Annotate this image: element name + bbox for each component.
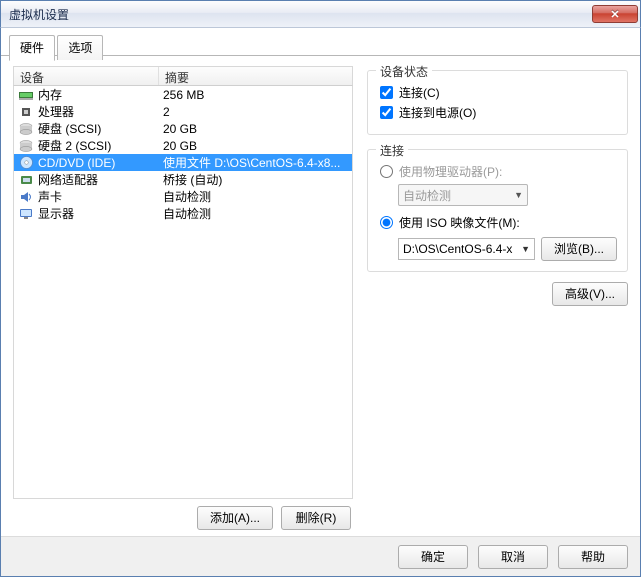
device-name: 硬盘 (SCSI) (38, 120, 159, 137)
disk-icon (18, 139, 34, 153)
list-header: 设备 摘要 (13, 66, 353, 86)
device-name: 硬盘 2 (SCSI) (38, 137, 159, 154)
device-summary: 使用文件 D:\OS\CentOS-6.4-x8... (159, 154, 348, 171)
device-name: 声卡 (38, 188, 159, 205)
device-name: 显示器 (38, 205, 159, 222)
checkbox-connect-at-power-input[interactable] (380, 106, 393, 119)
radio-use-physical-input[interactable] (380, 165, 393, 178)
radio-use-physical[interactable]: 使用物理驱动器(P): (380, 163, 617, 180)
ok-button[interactable]: 确定 (398, 545, 468, 569)
device-summary: 256 MB (159, 88, 348, 102)
device-summary: 桥接 (自动) (159, 171, 348, 188)
device-name: 内存 (38, 86, 159, 103)
device-row[interactable]: CD/DVD (IDE)使用文件 D:\OS\CentOS-6.4-x8... (14, 154, 352, 171)
chevron-down-icon[interactable]: ▼ (521, 244, 530, 254)
net-icon (18, 173, 34, 187)
device-name: 处理器 (38, 103, 159, 120)
settings-panel: 设备状态 连接(C) 连接到电源(O) 连接 使用物理驱动器(P): (367, 66, 628, 530)
titlebar: 虚拟机设置 ✕ (0, 0, 641, 28)
display-icon (18, 207, 34, 221)
iso-row: D:\OS\CentOS-6.4-x ▼ 浏览(B)... (398, 237, 617, 261)
column-device[interactable]: 设备 (14, 67, 159, 85)
column-summary[interactable]: 摘要 (159, 67, 352, 85)
dialog-body: 硬件 选项 设备 摘要 内存256 MB处理器2硬盘 (SCSI)20 GB硬盘… (0, 28, 641, 577)
device-name: CD/DVD (IDE) (38, 156, 159, 170)
device-row[interactable]: 网络适配器桥接 (自动) (14, 171, 352, 188)
device-row[interactable]: 处理器2 (14, 103, 352, 120)
group-device-status: 设备状态 连接(C) 连接到电源(O) (367, 70, 628, 135)
cancel-button[interactable]: 取消 (478, 545, 548, 569)
device-summary: 自动检测 (159, 205, 348, 222)
device-row[interactable]: 硬盘 (SCSI)20 GB (14, 120, 352, 137)
content-area: 设备 摘要 内存256 MB处理器2硬盘 (SCSI)20 GB硬盘 2 (SC… (1, 56, 640, 536)
device-row[interactable]: 内存256 MB (14, 86, 352, 103)
chevron-down-icon: ▼ (514, 190, 523, 200)
device-name: 网络适配器 (38, 171, 159, 188)
help-button[interactable]: 帮助 (558, 545, 628, 569)
checkbox-connected[interactable]: 连接(C) (380, 84, 617, 101)
device-summary: 20 GB (159, 139, 348, 153)
tab-row: 硬件 选项 (1, 28, 640, 56)
device-summary: 20 GB (159, 122, 348, 136)
window-title: 虚拟机设置 (9, 6, 592, 23)
device-buttons: 添加(A)... 删除(R) (13, 499, 353, 530)
advanced-row: 高级(V)... (367, 282, 628, 306)
memory-icon (18, 88, 34, 102)
combo-physical-drive: 自动检测 ▼ (398, 184, 528, 206)
group-title-status: 设备状态 (376, 63, 432, 80)
group-connection: 连接 使用物理驱动器(P): 自动检测 ▼ 使用 ISO 映像文件(M): (367, 149, 628, 272)
radio-use-iso-input[interactable] (380, 216, 393, 229)
cd-icon (18, 156, 34, 170)
device-row[interactable]: 显示器自动检测 (14, 205, 352, 222)
tab-options[interactable]: 选项 (57, 35, 103, 60)
group-title-connection: 连接 (376, 142, 408, 159)
disk-icon (18, 122, 34, 136)
checkbox-connect-at-power[interactable]: 连接到电源(O) (380, 104, 617, 121)
cpu-icon (18, 105, 34, 119)
device-summary: 2 (159, 105, 348, 119)
checkbox-connected-input[interactable] (380, 86, 393, 99)
device-row[interactable]: 硬盘 2 (SCSI)20 GB (14, 137, 352, 154)
device-summary: 自动检测 (159, 188, 348, 205)
device-list[interactable]: 内存256 MB处理器2硬盘 (SCSI)20 GB硬盘 2 (SCSI)20 … (13, 86, 353, 499)
remove-button[interactable]: 删除(R) (281, 506, 351, 530)
tab-hardware[interactable]: 硬件 (9, 35, 55, 61)
device-panel: 设备 摘要 内存256 MB处理器2硬盘 (SCSI)20 GB硬盘 2 (SC… (13, 66, 353, 530)
iso-path-field[interactable]: D:\OS\CentOS-6.4-x ▼ (398, 238, 535, 260)
browse-button[interactable]: 浏览(B)... (541, 237, 617, 261)
sound-icon (18, 190, 34, 204)
bottom-bar: 确定 取消 帮助 (1, 536, 640, 576)
add-button[interactable]: 添加(A)... (197, 506, 273, 530)
close-button[interactable]: ✕ (592, 5, 638, 23)
radio-use-iso[interactable]: 使用 ISO 映像文件(M): (380, 214, 617, 231)
advanced-button[interactable]: 高级(V)... (552, 282, 628, 306)
device-row[interactable]: 声卡自动检测 (14, 188, 352, 205)
